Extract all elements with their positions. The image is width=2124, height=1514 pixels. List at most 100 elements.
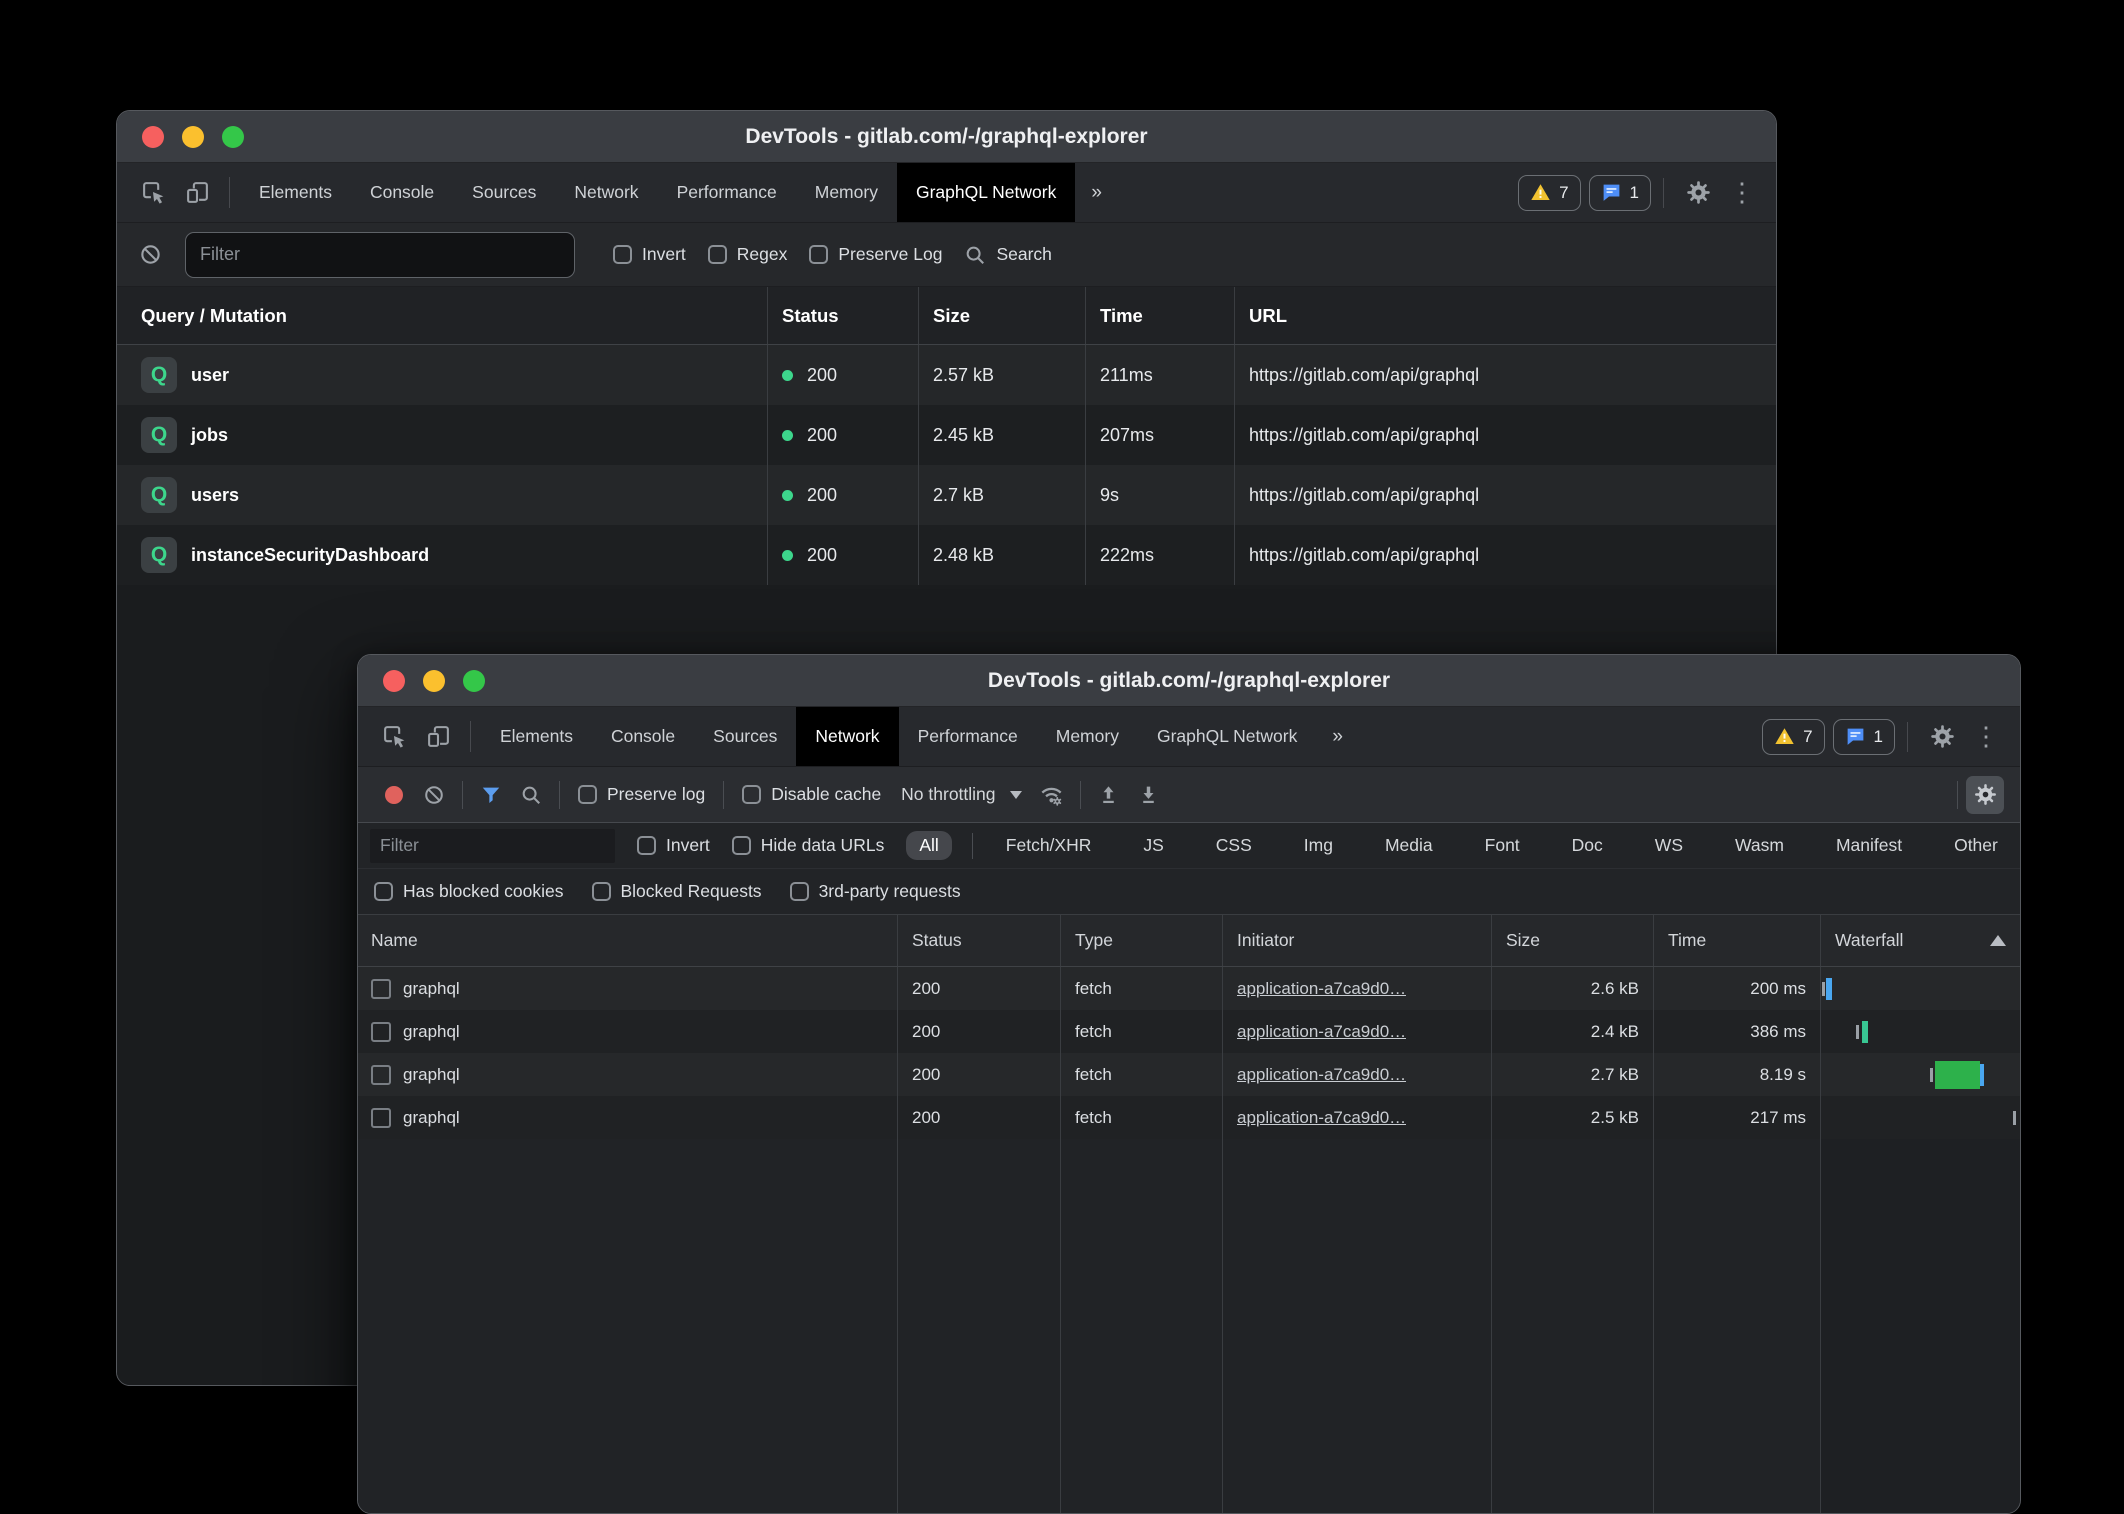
invert-checkbox[interactable]: Invert: [637, 835, 710, 856]
preserve-log-checkbox[interactable]: Preserve log: [578, 784, 705, 805]
blocked-requests-checkbox[interactable]: Blocked Requests: [592, 881, 762, 902]
column-header-time[interactable]: Time: [1086, 287, 1235, 344]
type-filter-ws[interactable]: WS: [1642, 831, 1696, 860]
column-header-initiator[interactable]: Initiator: [1223, 915, 1492, 966]
query-row[interactable]: QinstanceSecurityDashboard 200 2.48 kB 2…: [117, 525, 1776, 585]
initiator-link[interactable]: application-a7ca9d0…: [1237, 1065, 1406, 1085]
export-har-icon[interactable]: [1129, 775, 1169, 815]
column-header-time[interactable]: Time: [1654, 915, 1821, 966]
network-conditions-icon[interactable]: [1032, 775, 1072, 815]
type-filter-js[interactable]: JS: [1130, 831, 1176, 860]
regex-checkbox[interactable]: Regex: [708, 244, 788, 265]
network-filter-input[interactable]: [370, 829, 615, 863]
column-header-name[interactable]: Name: [358, 915, 898, 966]
graphql-filter-input[interactable]: [185, 232, 575, 278]
minimize-button[interactable]: [182, 126, 204, 148]
tab-performance[interactable]: Performance: [658, 163, 796, 222]
type-filter-doc[interactable]: Doc: [1559, 831, 1616, 860]
kebab-menu-icon[interactable]: ⋮: [1720, 177, 1764, 208]
request-row[interactable]: graphql 200 fetch application-a7ca9d0… 2…: [358, 1096, 2020, 1139]
row-checkbox[interactable]: [371, 1108, 391, 1128]
network-settings-gear-icon[interactable]: [1966, 776, 2004, 814]
warnings-badge[interactable]: 7: [1518, 175, 1580, 211]
type-filter-media[interactable]: Media: [1372, 831, 1446, 860]
has-blocked-cookies-checkbox[interactable]: Has blocked cookies: [374, 881, 564, 902]
tab-network[interactable]: Network: [796, 707, 898, 766]
preserve-log-checkbox[interactable]: Preserve Log: [809, 244, 942, 265]
tab-elements[interactable]: Elements: [481, 707, 592, 766]
checkbox-box[interactable]: [374, 882, 393, 901]
warnings-badge[interactable]: 7: [1762, 719, 1824, 755]
device-toolbar-icon[interactable]: [175, 163, 219, 222]
tab-console[interactable]: Console: [592, 707, 694, 766]
type-filter-wasm[interactable]: Wasm: [1722, 831, 1797, 860]
throttling-dropdown[interactable]: No throttling: [901, 784, 1021, 805]
type-filter-other[interactable]: Other: [1941, 831, 2011, 860]
disable-cache-checkbox[interactable]: Disable cache: [742, 784, 881, 805]
checkbox-box[interactable]: [809, 245, 828, 264]
issues-badge[interactable]: 1: [1589, 175, 1651, 211]
hide-data-urls-checkbox[interactable]: Hide data URLs: [732, 835, 885, 856]
third-party-requests-checkbox[interactable]: 3rd-party requests: [790, 881, 961, 902]
filter-funnel-icon[interactable]: [471, 775, 511, 815]
type-filter-all[interactable]: All: [906, 831, 951, 860]
column-header-status[interactable]: Status: [898, 915, 1061, 966]
column-header-size[interactable]: Size: [919, 287, 1086, 344]
initiator-link[interactable]: application-a7ca9d0…: [1237, 1108, 1406, 1128]
type-filter-font[interactable]: Font: [1472, 831, 1533, 860]
row-checkbox[interactable]: [371, 979, 391, 999]
column-header-waterfall[interactable]: Waterfall: [1821, 915, 2020, 966]
checkbox-box[interactable]: [742, 785, 761, 804]
inspect-element-icon[interactable]: [131, 163, 175, 222]
import-har-icon[interactable]: [1089, 775, 1129, 815]
checkbox-box[interactable]: [578, 785, 597, 804]
tab-elements[interactable]: Elements: [240, 163, 351, 222]
record-network-log-button[interactable]: [374, 775, 414, 815]
close-button[interactable]: [142, 126, 164, 148]
tab-performance[interactable]: Performance: [899, 707, 1037, 766]
tab-graphql-network[interactable]: GraphQL Network: [897, 163, 1075, 222]
zoom-button[interactable]: [463, 670, 485, 692]
request-row[interactable]: graphql 200 fetch application-a7ca9d0… 2…: [358, 1010, 2020, 1053]
column-header-size[interactable]: Size: [1492, 915, 1654, 966]
column-header-query-mutation[interactable]: Query / Mutation: [117, 287, 768, 344]
tab-sources[interactable]: Sources: [694, 707, 796, 766]
column-header-type[interactable]: Type: [1061, 915, 1223, 966]
minimize-button[interactable]: [423, 670, 445, 692]
issues-badge[interactable]: 1: [1833, 719, 1895, 755]
more-tabs-button[interactable]: »: [1316, 707, 1359, 766]
tab-graphql-network[interactable]: GraphQL Network: [1138, 707, 1316, 766]
checkbox-box[interactable]: [732, 836, 751, 855]
kebab-menu-icon[interactable]: ⋮: [1964, 721, 2008, 752]
tab-memory[interactable]: Memory: [1037, 707, 1138, 766]
zoom-button[interactable]: [222, 126, 244, 148]
close-button[interactable]: [383, 670, 405, 692]
checkbox-box[interactable]: [708, 245, 727, 264]
checkbox-box[interactable]: [592, 882, 611, 901]
checkbox-box[interactable]: [790, 882, 809, 901]
inspect-element-icon[interactable]: [372, 707, 416, 766]
checkbox-box[interactable]: [637, 836, 656, 855]
column-header-status[interactable]: Status: [768, 287, 919, 344]
search-icon[interactable]: [511, 775, 551, 815]
type-filter-img[interactable]: Img: [1291, 831, 1346, 860]
row-checkbox[interactable]: [371, 1065, 391, 1085]
query-row[interactable]: Qjobs 200 2.45 kB 207ms https://gitlab.c…: [117, 405, 1776, 465]
type-filter-css[interactable]: CSS: [1203, 831, 1265, 860]
device-toolbar-icon[interactable]: [416, 707, 460, 766]
settings-gear-icon[interactable]: [1920, 723, 1964, 750]
request-row[interactable]: graphql 200 fetch application-a7ca9d0… 2…: [358, 967, 2020, 1010]
type-filter-fetch-xhr[interactable]: Fetch/XHR: [993, 831, 1105, 860]
request-row[interactable]: graphql 200 fetch application-a7ca9d0… 2…: [358, 1053, 2020, 1096]
more-tabs-button[interactable]: »: [1075, 163, 1118, 222]
query-row[interactable]: Quser 200 2.57 kB 211ms https://gitlab.c…: [117, 345, 1776, 405]
tab-memory[interactable]: Memory: [796, 163, 897, 222]
checkbox-box[interactable]: [613, 245, 632, 264]
column-header-url[interactable]: URL: [1235, 287, 1776, 344]
settings-gear-icon[interactable]: [1676, 179, 1720, 206]
initiator-link[interactable]: application-a7ca9d0…: [1237, 1022, 1406, 1042]
query-row[interactable]: Qusers 200 2.7 kB 9s https://gitlab.com/…: [117, 465, 1776, 525]
search-control[interactable]: Search: [964, 244, 1051, 266]
tab-sources[interactable]: Sources: [453, 163, 555, 222]
tab-network[interactable]: Network: [555, 163, 657, 222]
